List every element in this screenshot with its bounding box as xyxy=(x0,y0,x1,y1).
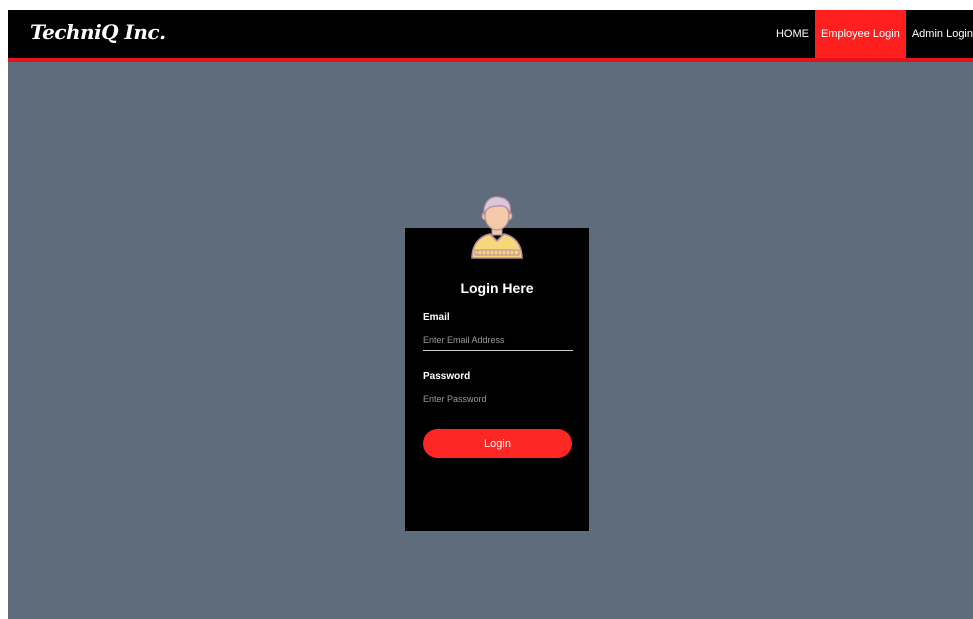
page-background: TechniQ Inc. HOME Employee Login Admin L… xyxy=(8,10,973,619)
password-field[interactable] xyxy=(423,389,573,409)
top-navbar: TechniQ Inc. HOME Employee Login Admin L… xyxy=(8,10,973,62)
password-label: Password xyxy=(423,371,471,382)
nav-links: HOME Employee Login Admin Login xyxy=(768,10,973,58)
nav-link-admin-login[interactable]: Admin Login xyxy=(906,10,973,58)
nav-link-home[interactable]: HOME xyxy=(768,10,815,58)
brand-logo[interactable]: TechniQ Inc. xyxy=(30,20,166,44)
login-card: Login Here Email Password Login xyxy=(405,228,589,531)
email-label: Email xyxy=(423,312,450,323)
email-field[interactable] xyxy=(423,330,573,351)
login-title: Login Here xyxy=(460,280,534,296)
user-avatar-icon xyxy=(471,196,523,259)
login-button[interactable]: Login xyxy=(423,429,572,458)
nav-link-employee-login[interactable]: Employee Login xyxy=(814,10,906,58)
